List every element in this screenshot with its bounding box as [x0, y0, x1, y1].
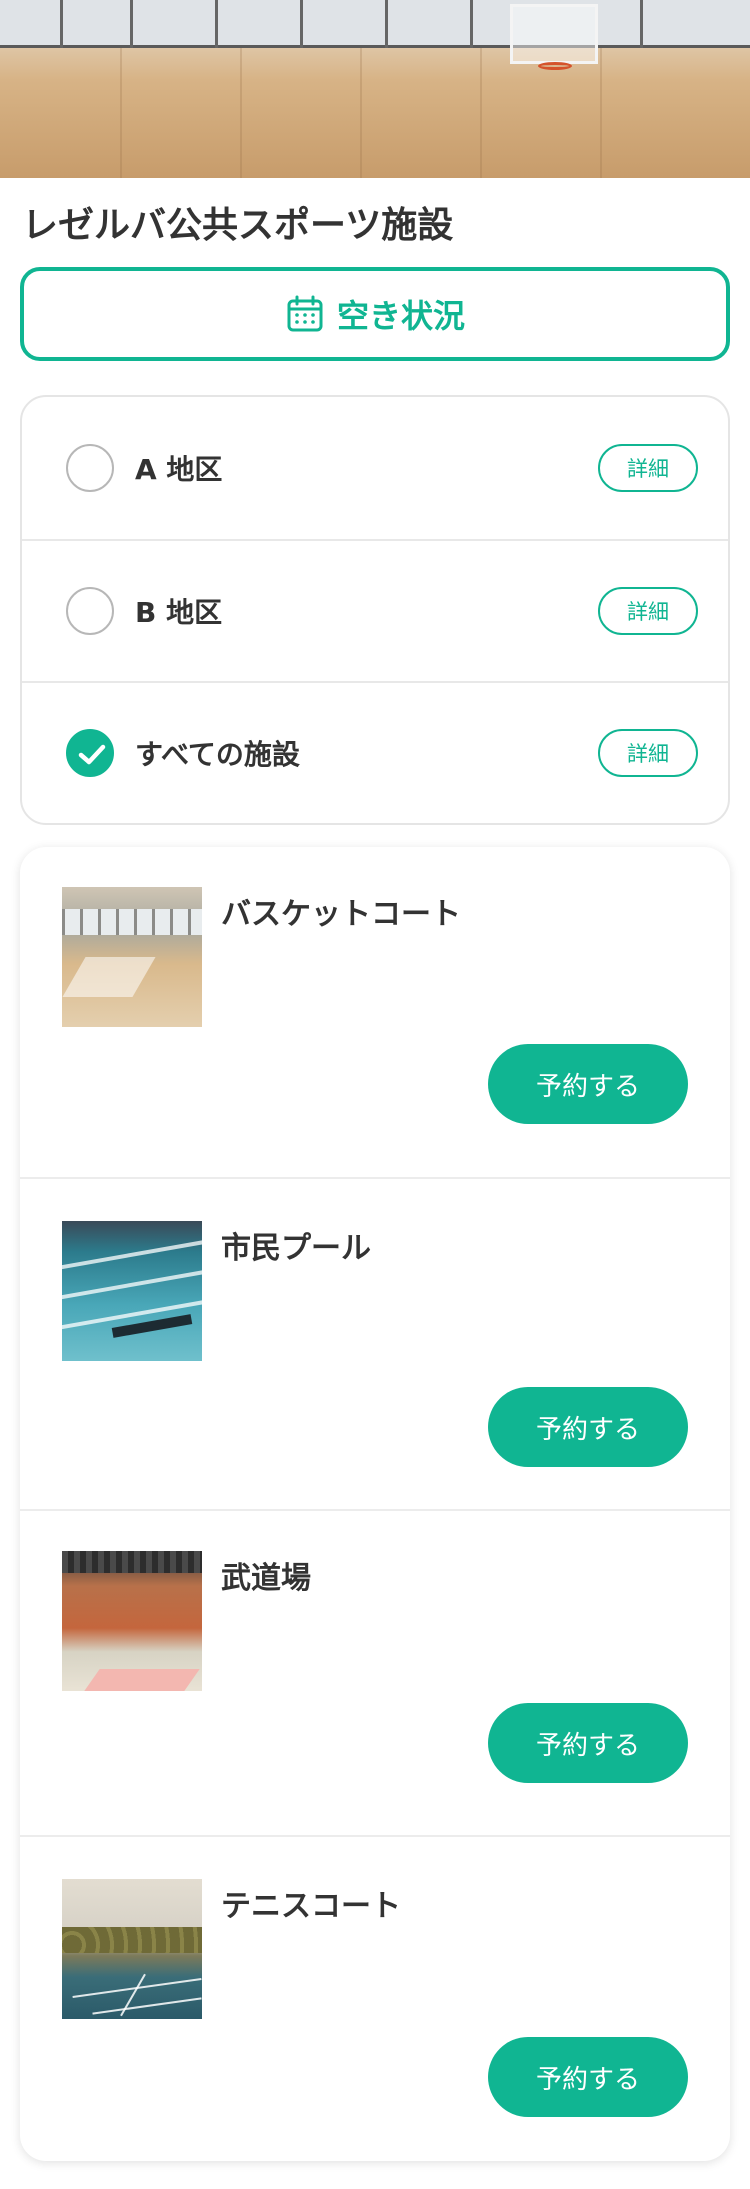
area-option-b[interactable]: B 地区 詳細 — [22, 539, 728, 681]
hero-floor-line — [240, 48, 242, 178]
facility-name: テニスコート — [221, 1889, 401, 1924]
area-label: B 地区 — [135, 596, 223, 629]
tennis-court-thumbnail — [62, 1879, 202, 2019]
hero-mullion — [470, 0, 473, 48]
calendar-icon — [287, 295, 323, 332]
detail-button[interactable]: 詳細 — [598, 444, 698, 492]
availability-button-label: 空き状況 — [336, 297, 465, 335]
area-option-a[interactable]: A 地区 詳細 — [22, 397, 728, 539]
facility-item: テニスコート 予約する — [20, 1835, 730, 2161]
area-selector: A 地区 詳細 B 地区 詳細 すべての施設 詳細 — [20, 395, 730, 825]
availability-button[interactable]: 空き状況 — [20, 267, 730, 361]
radio-button[interactable] — [66, 587, 114, 635]
hero-mullion — [300, 0, 303, 48]
page-title: レゼルバ公共スポーツ施設 — [22, 205, 454, 246]
reserve-button[interactable]: 予約する — [488, 1387, 688, 1467]
hero-mullion — [130, 0, 133, 48]
facility-item: バスケットコート 予約する — [20, 847, 730, 1177]
facility-name: バスケットコート — [221, 897, 461, 932]
reserve-button[interactable]: 予約する — [488, 1044, 688, 1124]
hero-mullion — [60, 0, 63, 48]
hero-mullion — [385, 0, 388, 48]
area-label: A 地区 — [135, 453, 223, 486]
hero-floor-line — [360, 48, 362, 178]
reserve-button[interactable]: 予約する — [488, 2037, 688, 2117]
basketball-rim — [538, 62, 572, 70]
facility-name: 武道場 — [221, 1561, 311, 1596]
hero-windows — [0, 0, 750, 48]
hero-floor-line — [120, 48, 122, 178]
checkmark-icon — [78, 744, 106, 765]
area-option-all[interactable]: すべての施設 詳細 — [22, 681, 728, 823]
facility-list: バスケットコート 予約する 市民プール 予約する 武道場 予約する テニスコート… — [20, 847, 730, 2161]
area-label: すべての施設 — [135, 738, 300, 771]
hero-mullion — [640, 0, 643, 48]
hero-image — [0, 0, 750, 178]
radio-button[interactable] — [66, 444, 114, 492]
facility-item: 武道場 予約する — [20, 1509, 730, 1835]
facility-name: 市民プール — [221, 1231, 371, 1266]
martial-arts-hall-thumbnail — [62, 1551, 202, 1691]
facility-item: 市民プール 予約する — [20, 1177, 730, 1509]
reserve-button[interactable]: 予約する — [488, 1703, 688, 1783]
hero-floor-line — [480, 48, 482, 178]
basketball-backboard — [510, 4, 598, 64]
detail-button[interactable]: 詳細 — [598, 587, 698, 635]
hero-mullion — [215, 0, 218, 48]
hero-floor-line — [600, 48, 602, 178]
detail-button[interactable]: 詳細 — [598, 729, 698, 777]
basketball-court-thumbnail — [62, 887, 202, 1027]
radio-button-checked[interactable] — [66, 729, 114, 777]
swimming-pool-thumbnail — [62, 1221, 202, 1361]
